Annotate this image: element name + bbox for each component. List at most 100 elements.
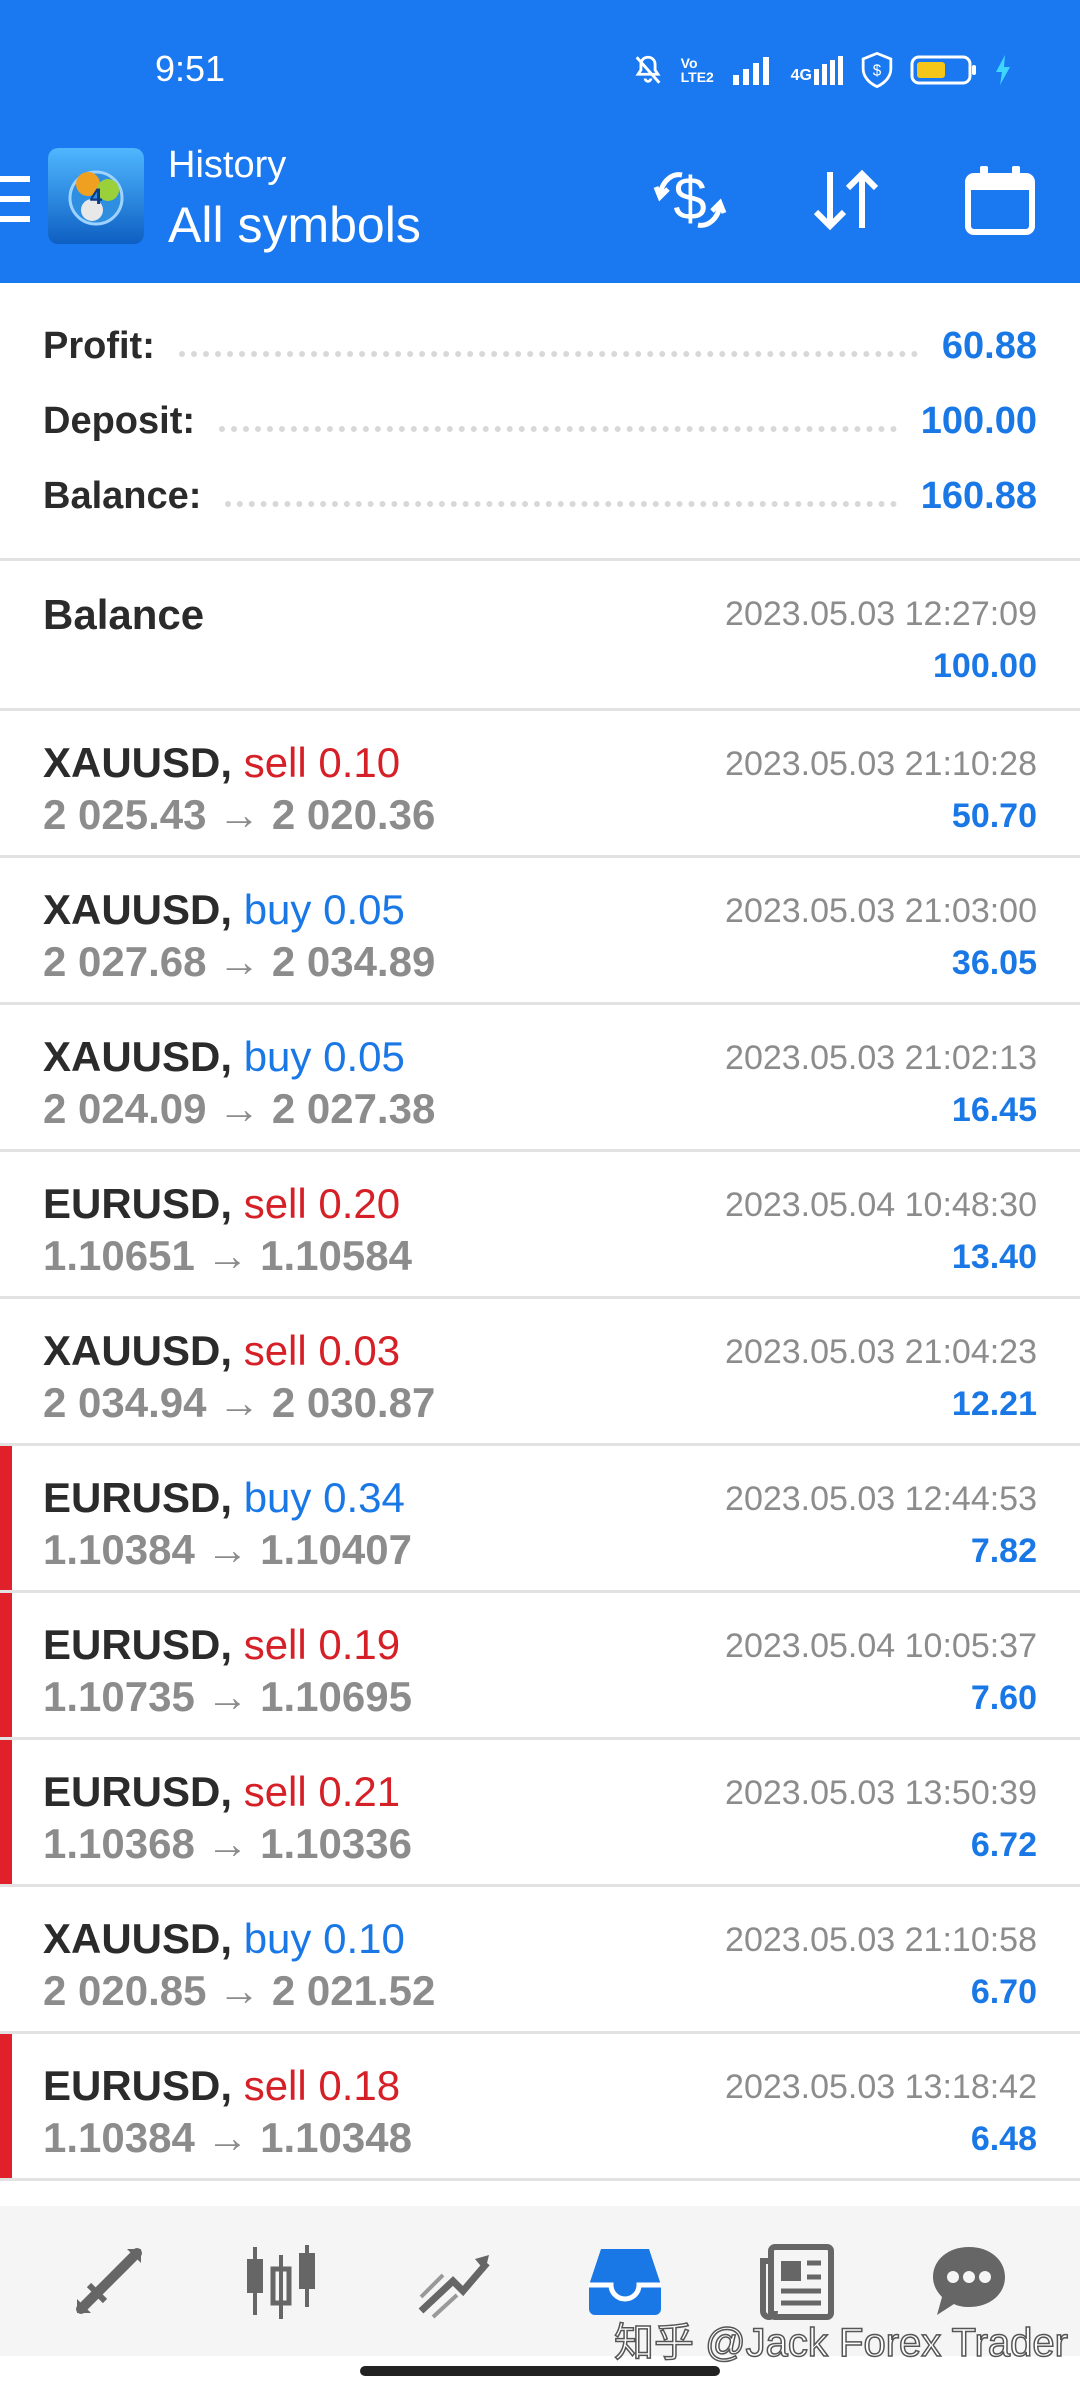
profit-value: 60.88 — [941, 324, 1037, 367]
balance-op-time: 2023.05.03 12:27:09 — [725, 595, 1037, 633]
news-icon — [760, 2244, 834, 2320]
deal-volume: 0.10 — [318, 739, 401, 786]
period-button[interactable] — [960, 160, 1040, 240]
deal-side: buy — [243, 886, 312, 933]
svg-text:4: 4 — [90, 184, 103, 209]
deal-volume: 0.03 — [318, 1327, 401, 1374]
network-type-icon: 4G — [791, 55, 844, 85]
app-header: 9:51 Vo LTE2 4G $ 4 History All symbols … — [0, 0, 1080, 283]
deal-profit: 12.21 — [951, 1385, 1037, 1423]
header-subtitle: History — [168, 144, 287, 186]
profit-row: Profit: 60.88 — [43, 316, 1037, 376]
deal-time: 2023.05.03 13:18:42 — [725, 2068, 1037, 2106]
deal-profit: 50.70 — [951, 797, 1037, 835]
balance-operation-row[interactable]: Balance 2023.05.03 12:27:09 100.00 — [0, 561, 1080, 705]
deal-prices: 1.10384 → 1.10407 — [43, 1526, 412, 1573]
deal-prices: 2 025.43 → 2 020.36 — [43, 791, 436, 838]
deal-profit: 7.82 — [970, 1532, 1037, 1570]
deal-volume: 0.20 — [318, 1180, 401, 1227]
balance-value: 160.88 — [920, 474, 1037, 517]
deal-row[interactable]: EURUSD, sell 0.20 1.10651 → 1.10584 2023… — [0, 1152, 1080, 1296]
watermark-text: 知乎 @Jack Forex Trader — [613, 2320, 1069, 2366]
security-shield-icon: $ — [861, 52, 893, 88]
deal-symbol: EURUSD, — [43, 1768, 233, 1815]
deal-side: buy — [243, 1033, 312, 1080]
deal-prices: 1.10651 → 1.10584 — [43, 1232, 412, 1279]
deposit-row: Deposit: 100.00 — [43, 391, 1037, 451]
history-icon — [589, 2249, 661, 2315]
position-marker — [0, 1740, 12, 1884]
deal-symbol: EURUSD, — [43, 1180, 233, 1227]
deal-time: 2023.05.03 21:04:23 — [725, 1333, 1037, 1371]
deal-row[interactable]: XAUUSD, sell 0.10 2 025.43 → 2 020.36 20… — [0, 711, 1080, 855]
deal-profit: 6.72 — [970, 1826, 1037, 1864]
position-marker — [0, 1593, 12, 1737]
balance-summary-row: Balance: 160.88 — [43, 466, 1037, 526]
deal-row[interactable]: XAUUSD, buy 0.05 2 024.09 → 2 027.38 202… — [0, 1005, 1080, 1149]
divider — [0, 2178, 1080, 2181]
deal-row[interactable]: XAUUSD, sell 0.03 2 034.94 → 2 030.87 20… — [0, 1299, 1080, 1443]
deal-time: 2023.05.04 10:48:30 — [725, 1186, 1037, 1224]
deal-row[interactable]: EURUSD, sell 0.18 1.10384 → 1.10348 2023… — [0, 2034, 1080, 2178]
deal-side: sell — [243, 1327, 307, 1374]
app-logo: 4 — [48, 148, 144, 244]
deal-side: buy — [243, 1915, 312, 1962]
deal-time: 2023.05.03 21:10:28 — [725, 745, 1037, 783]
deal-row[interactable]: EURUSD, sell 0.19 1.10735 → 1.10695 2023… — [0, 1593, 1080, 1737]
deal-prices: 1.10368 → 1.10336 — [43, 1820, 412, 1867]
menu-icon[interactable] — [0, 176, 30, 222]
deal-symbol: XAUUSD, — [43, 886, 233, 933]
signal-icon — [732, 57, 769, 85]
deal-row[interactable]: XAUUSD, buy 0.05 2 027.68 → 2 034.89 202… — [0, 858, 1080, 1002]
deal-side: sell — [243, 739, 307, 786]
deal-time: 2023.05.03 12:44:53 — [725, 1480, 1037, 1518]
deal-profit: 6.70 — [970, 1973, 1037, 2011]
deal-symbol: XAUUSD, — [43, 1915, 233, 1962]
deal-volume: 0.19 — [318, 1621, 401, 1668]
position-marker — [0, 1446, 12, 1590]
deal-row[interactable]: XAUUSD, buy 0.10 2 020.85 → 2 021.52 202… — [0, 1887, 1080, 2031]
nav-chart[interactable] — [236, 2236, 326, 2326]
deal-volume: 0.05 — [323, 886, 405, 933]
header-title[interactable]: All symbols — [168, 196, 421, 254]
quotes-icon — [76, 2248, 142, 2314]
nav-trade[interactable] — [408, 2236, 498, 2326]
svg-text:$: $ — [873, 63, 882, 80]
balance-label: Balance: — [43, 474, 202, 517]
dotted-leader — [219, 422, 897, 432]
trade-icon — [418, 2255, 490, 2319]
filter-deals-button[interactable]: $ — [650, 160, 730, 240]
deal-side: sell — [243, 1768, 307, 1815]
status-time: 9:51 — [155, 48, 226, 89]
deal-volume: 0.18 — [318, 2062, 401, 2109]
deal-side: sell — [243, 1180, 307, 1227]
status-icons: Vo LTE2 4G $ — [631, 50, 1012, 90]
deal-side: sell — [243, 2062, 307, 2109]
deal-row[interactable]: EURUSD, buy 0.34 1.10384 → 1.10407 2023.… — [0, 1446, 1080, 1590]
deal-profit: 13.40 — [951, 1238, 1037, 1276]
deal-time: 2023.05.03 21:03:00 — [725, 892, 1037, 930]
deal-symbol: XAUUSD, — [43, 1033, 233, 1080]
deal-prices: 1.10384 → 1.10348 — [43, 2114, 412, 2161]
deal-row[interactable]: EURUSD, sell 0.21 1.10368 → 1.10336 2023… — [0, 1740, 1080, 1884]
deal-time: 2023.05.04 10:05:37 — [725, 1627, 1037, 1665]
deal-prices: 2 020.85 → 2 021.52 — [43, 1967, 436, 2014]
deal-time: 2023.05.03 21:02:13 — [725, 1039, 1037, 1077]
deal-profit: 7.60 — [970, 1679, 1037, 1717]
deal-profit: 16.45 — [951, 1091, 1037, 1129]
chart-icon — [247, 2245, 315, 2319]
dotted-leader — [225, 497, 897, 507]
deal-prices: 1.10735 → 1.10695 — [43, 1673, 412, 1720]
position-marker — [0, 2034, 12, 2178]
deal-volume: 0.05 — [323, 1033, 405, 1080]
nav-quotes[interactable] — [64, 2236, 154, 2326]
deal-symbol: XAUUSD, — [43, 739, 233, 786]
deal-symbol: EURUSD, — [43, 2062, 233, 2109]
dotted-leader — [178, 347, 918, 357]
deal-time: 2023.05.03 21:10:58 — [725, 1921, 1037, 1959]
home-indicator[interactable] — [360, 2366, 720, 2376]
deal-prices: 2 034.94 → 2 030.87 — [43, 1379, 436, 1426]
sort-button[interactable] — [806, 160, 886, 240]
sort-arrows-icon — [813, 169, 879, 231]
deal-side: sell — [243, 1621, 307, 1668]
